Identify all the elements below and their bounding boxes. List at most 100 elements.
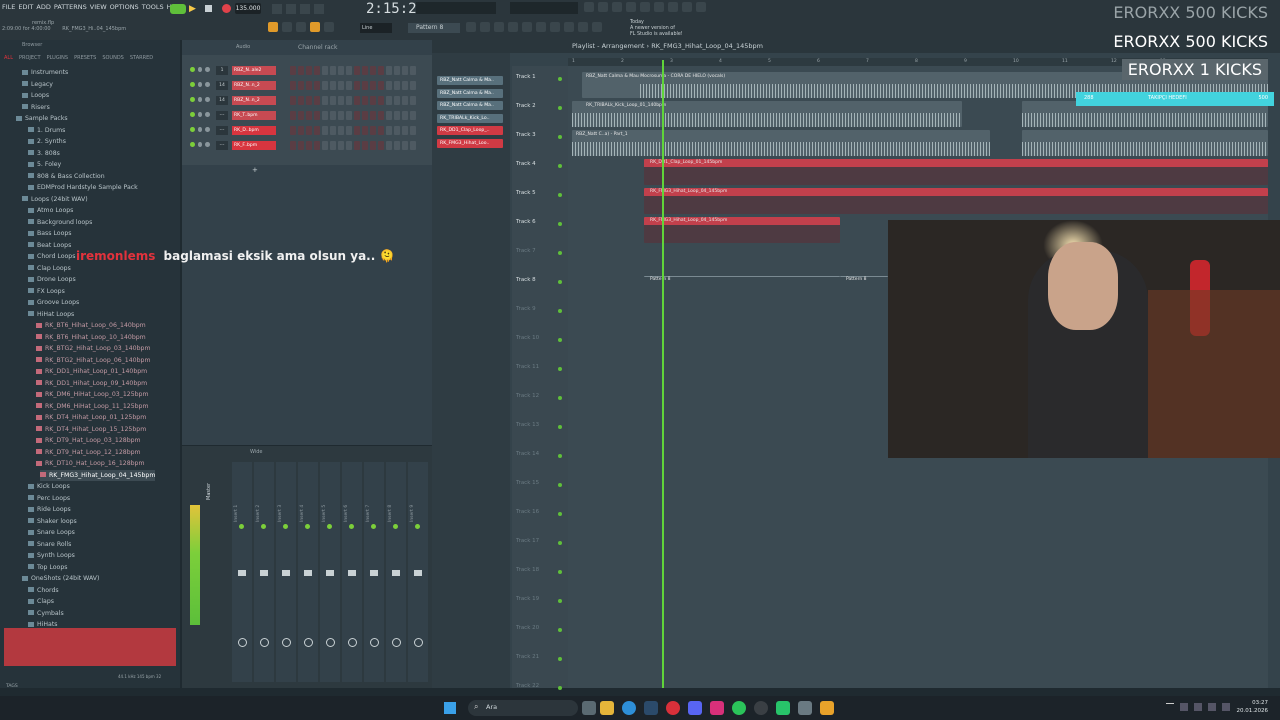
track-header[interactable]: Track 4 — [516, 161, 536, 167]
mixer-insert-strip[interactable]: Insert 9 — [408, 462, 428, 682]
track-mute-led[interactable] — [558, 512, 562, 516]
browser-file[interactable]: RK_DM6_HiHat_Loop_03_125bpm — [36, 389, 149, 400]
opera-icon[interactable] — [666, 701, 680, 715]
browser-folder[interactable]: Cymbals — [28, 608, 64, 619]
clip-track4[interactable] — [644, 159, 1268, 185]
channel-controls[interactable] — [190, 127, 211, 134]
step-button[interactable] — [402, 111, 408, 120]
step-button[interactable] — [362, 96, 368, 105]
track-mute-led[interactable] — [558, 135, 562, 139]
browser-folder[interactable]: Loops (24bit WAV) — [22, 194, 88, 205]
browser-file[interactable]: RK_FMG3_Hihat_Loop_04_145bpm — [40, 469, 156, 481]
insert-enable-led[interactable] — [283, 524, 288, 529]
channel-mixer-track[interactable]: --- — [216, 141, 228, 150]
browser-folder[interactable]: Legacy — [22, 79, 53, 90]
channel-mixer-track[interactable]: --- — [216, 111, 228, 120]
step-button[interactable] — [346, 81, 352, 90]
step-button[interactable] — [394, 96, 400, 105]
step-button[interactable] — [402, 141, 408, 150]
track-header[interactable]: Track 1 — [516, 74, 536, 80]
stop-button[interactable] — [205, 5, 212, 12]
browser-folder[interactable]: HiHat Loops — [28, 309, 74, 320]
step-button[interactable] — [322, 111, 328, 120]
browser-folder[interactable]: Clap Loops — [28, 263, 71, 274]
pan-knob[interactable] — [197, 97, 203, 102]
track-header[interactable]: Track 14 — [516, 451, 539, 457]
step-button[interactable] — [362, 126, 368, 135]
obs-icon[interactable] — [754, 701, 768, 715]
step-button[interactable] — [346, 96, 352, 105]
mute-led[interactable] — [190, 97, 195, 102]
tempo-display[interactable]: 135.000 — [235, 3, 261, 14]
browser-file[interactable]: RK_BTG2_Hihat_Loop_03_140bpm — [36, 343, 151, 354]
step-button[interactable] — [354, 66, 360, 75]
channel-rack-icon[interactable] — [494, 22, 504, 32]
step-button[interactable] — [322, 81, 328, 90]
track-mute-led[interactable] — [558, 222, 562, 226]
edge-icon[interactable] — [622, 701, 636, 715]
browser-folder[interactable]: Top Loops — [28, 562, 67, 573]
step-button[interactable] — [370, 141, 376, 150]
volume-knob[interactable] — [205, 82, 211, 87]
browser-folder[interactable]: EDMProd Hardstyle Sample Pack — [28, 182, 138, 193]
browser-file[interactable]: RK_DM6_HiHat_Loop_11_125bpm — [36, 401, 149, 412]
browser-file[interactable]: RK_DD1_Hihat_Loop_09_140bpm — [36, 378, 147, 389]
step-button[interactable] — [322, 141, 328, 150]
step-button[interactable] — [370, 111, 376, 120]
channel-controls[interactable] — [190, 82, 211, 89]
tab-all[interactable]: ALL — [4, 55, 13, 61]
step-button[interactable] — [338, 141, 344, 150]
channel-controls[interactable] — [190, 97, 211, 104]
track-header[interactable]: Track 18 — [516, 567, 539, 573]
pan-knob[interactable] — [197, 67, 203, 72]
step-button[interactable] — [306, 141, 312, 150]
track-mute-led[interactable] — [558, 454, 562, 458]
step-button[interactable] — [378, 111, 384, 120]
step-button[interactable] — [394, 66, 400, 75]
channel-button[interactable]: RBZ_N..n_2 — [232, 96, 276, 105]
step-button[interactable] — [370, 66, 376, 75]
track-header[interactable]: Track 11 — [516, 364, 539, 370]
browser-folder[interactable]: Groove Loops — [28, 297, 79, 308]
undo-icon[interactable] — [584, 2, 594, 12]
file-explorer-icon[interactable] — [600, 701, 614, 715]
track-mute-led[interactable] — [558, 193, 562, 197]
step-button[interactable] — [346, 141, 352, 150]
volume-icon[interactable] — [1222, 703, 1230, 711]
steam-icon[interactable] — [644, 701, 658, 715]
track-header[interactable]: Track 2 — [516, 103, 536, 109]
browser-folder[interactable]: Beat Loops — [28, 240, 71, 251]
usb-icon[interactable] — [1180, 703, 1188, 711]
step-button[interactable] — [330, 66, 336, 75]
mute-led[interactable] — [190, 67, 195, 72]
insert-enable-led[interactable] — [371, 524, 376, 529]
track-mute-led[interactable] — [558, 686, 562, 690]
track-mute-led[interactable] — [558, 338, 562, 342]
step-button[interactable] — [402, 66, 408, 75]
track-header[interactable]: Track 19 — [516, 596, 539, 602]
step-button[interactable] — [338, 126, 344, 135]
menu-tools[interactable]: TOOLS — [142, 3, 164, 13]
step-button[interactable] — [298, 96, 304, 105]
insert-route-knob[interactable] — [326, 638, 335, 647]
track-header[interactable]: Track 13 — [516, 422, 539, 428]
step-button[interactable] — [298, 111, 304, 120]
browser-folder[interactable]: 1. Drums — [28, 125, 65, 136]
step-button[interactable] — [330, 141, 336, 150]
step-button[interactable] — [362, 111, 368, 120]
step-button[interactable] — [354, 111, 360, 120]
step-button[interactable] — [330, 96, 336, 105]
browser-folder[interactable]: 808 & Bass Collection — [28, 171, 105, 182]
track-mute-led[interactable] — [558, 483, 562, 487]
step-button[interactable] — [330, 126, 336, 135]
help-icon[interactable] — [640, 2, 650, 12]
metronome-icon[interactable] — [272, 4, 282, 14]
browser-file[interactable]: RK_DT10_Hat_Loop_16_128bpm — [36, 458, 145, 469]
tab-plugins[interactable]: PLUGINS — [47, 55, 68, 61]
mute-led[interactable] — [190, 142, 195, 147]
step-button[interactable] — [322, 96, 328, 105]
menu-edit[interactable]: EDIT — [18, 3, 33, 13]
playhead[interactable] — [662, 60, 664, 688]
insert-fader[interactable] — [348, 570, 356, 576]
tab-starred[interactable]: STARRED — [130, 55, 153, 61]
